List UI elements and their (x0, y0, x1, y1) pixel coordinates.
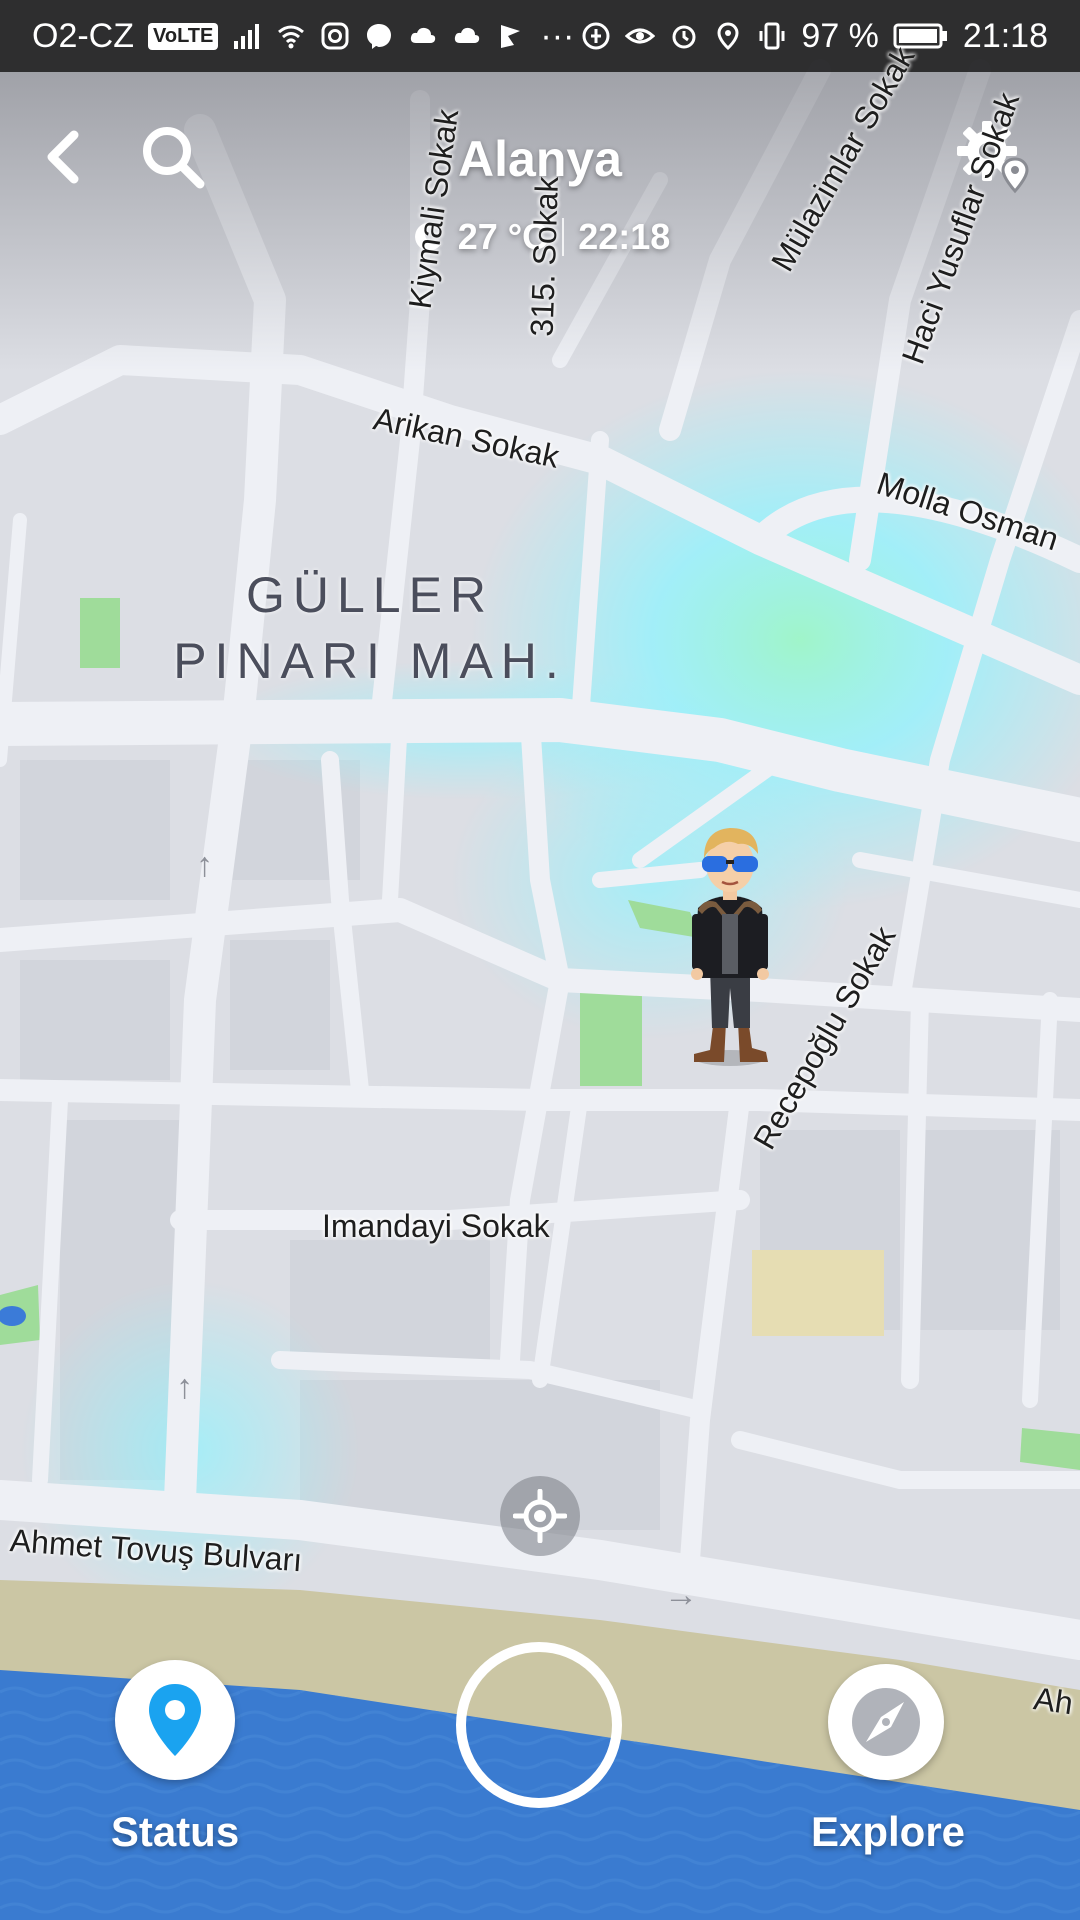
one-way-arrow-icon: ↑ (196, 846, 213, 884)
instagram-icon (321, 22, 349, 50)
cloud-icon (411, 27, 436, 43)
status-bar-right: 97 % 21:18 (581, 17, 1048, 56)
explore-button[interactable] (828, 1664, 944, 1780)
crosshair-icon (513, 1489, 567, 1543)
alarm-icon (672, 25, 696, 49)
status-bar-left: O2-CZ VoLTE ··· (32, 17, 574, 56)
location-icon (717, 22, 739, 51)
battery-percent: 97 % (801, 16, 879, 55)
status-button[interactable] (115, 1660, 235, 1780)
messenger-icon (367, 24, 392, 49)
vibrate-icon (759, 22, 785, 50)
street-label: Ah (1031, 1680, 1076, 1722)
district-line-2: PINARI MAH. (173, 633, 567, 689)
cloud-sync-icon (455, 27, 480, 43)
recenter-button[interactable] (500, 1476, 580, 1556)
flag-icon (501, 25, 521, 48)
one-way-arrow-icon: → (664, 1576, 698, 1614)
search-icon (143, 127, 205, 189)
district-line-1: GÜLLER (245, 567, 495, 623)
map-pin-icon (149, 1684, 201, 1756)
bitmoji-avatar[interactable] (680, 818, 780, 1068)
chevron-left-icon (47, 130, 79, 184)
local-time: 22:18 (578, 216, 671, 257)
eye-icon (625, 28, 656, 44)
carrier-name: O2-CZ (32, 16, 134, 55)
street-label: Imandayi Sokak (322, 1208, 550, 1244)
street-label: 315. Sokak (523, 175, 566, 338)
clock: 21:18 (962, 16, 1048, 55)
back-button[interactable] (18, 112, 108, 202)
search-button[interactable] (128, 112, 218, 202)
signal-icon (234, 24, 260, 49)
camera-capture-button[interactable] (456, 1642, 622, 1808)
data-saver-icon (582, 22, 610, 50)
more-notifications: ··· (540, 16, 575, 55)
district-label: GÜLLER PINARI MAH. (160, 562, 580, 694)
compass-icon (852, 1688, 920, 1756)
volte-badge: VoLTE (148, 22, 219, 50)
wifi-icon (278, 25, 305, 49)
one-way-arrow-icon: ↑ (176, 1368, 193, 1406)
status-label[interactable]: Status (55, 1808, 295, 1856)
explore-label[interactable]: Explore (768, 1808, 1008, 1856)
